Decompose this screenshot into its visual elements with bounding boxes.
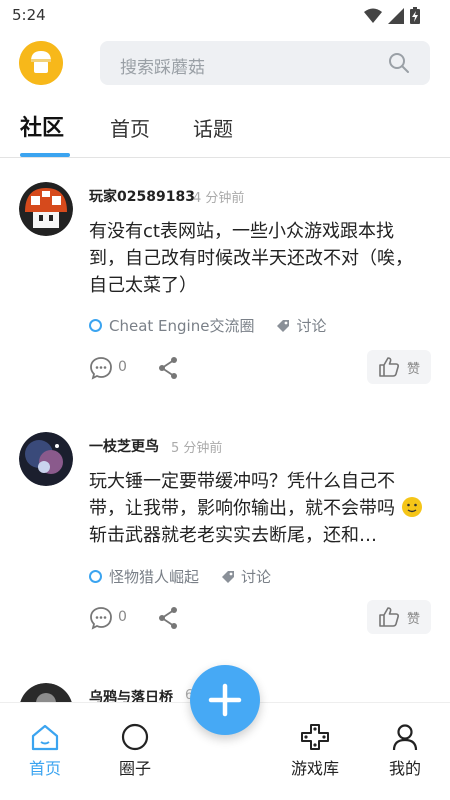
top-tabs: 社区 首页 话题 (0, 110, 450, 158)
comment-icon[interactable] (89, 606, 113, 630)
mushroom-avatar-icon (19, 41, 63, 85)
emoji-icon (401, 497, 422, 517)
comment-count: 0 (118, 609, 127, 625)
status-time: 5:24 (12, 6, 46, 24)
circle-icon (121, 723, 149, 751)
thumbs-up-icon (379, 357, 399, 377)
share-icon[interactable] (157, 356, 179, 380)
battery-icon (410, 7, 420, 24)
nav-game-library[interactable]: 游戏库 (275, 723, 355, 779)
search-placeholder: 搜索踩蘑菇 (120, 58, 205, 78)
post-username[interactable]: 一枝芝更鸟 (89, 436, 159, 456)
post-circle-link[interactable]: Cheat Engine交流圈 (109, 315, 254, 336)
tabs-divider (0, 157, 450, 158)
mushroom-pixel-avatar-icon (19, 182, 73, 236)
comment-icon[interactable] (89, 356, 113, 380)
status-icons (364, 7, 420, 24)
post-username[interactable]: 玩家02589183 (89, 186, 195, 206)
nav-home[interactable]: 首页 (5, 723, 85, 779)
user-avatar[interactable] (19, 41, 63, 85)
tab-community[interactable]: 社区 (20, 110, 64, 142)
tag-icon (222, 570, 235, 583)
post-circle-link[interactable]: 怪物猎人崛起 (109, 566, 199, 587)
nav-profile[interactable]: 我的 (365, 723, 445, 779)
gamepad-icon (301, 724, 329, 750)
post-content[interactable]: 玩大锤一定要带缓冲吗？凭什么自己不带，让我带，影响你输出，就不会带吗 斩击武器就… (89, 468, 429, 549)
nav-home-label: 首页 (28, 759, 61, 778)
like-label: 赞 (407, 362, 421, 377)
search-bar[interactable]: 搜索踩蘑菇 (100, 41, 430, 85)
like-button[interactable]: 赞 (367, 600, 431, 634)
share-icon[interactable] (157, 606, 179, 630)
home-icon (31, 724, 59, 751)
create-post-button[interactable] (190, 665, 260, 735)
nav-profile-label: 我的 (388, 759, 421, 778)
post-card[interactable]: 一枝芝更鸟 5 分钟前 玩大锤一定要带缓冲吗？凭什么自己不带，让我带，影响你输出… (0, 432, 450, 642)
post-tags: Cheat Engine交流圈 讨论 (89, 315, 326, 336)
comment-count: 0 (118, 359, 127, 375)
search-icon[interactable] (388, 52, 410, 74)
post-tags: 怪物猎人崛起 讨论 (89, 566, 271, 587)
person-icon (392, 724, 418, 751)
tab-home[interactable]: 首页 (110, 113, 150, 142)
tag-icon (277, 319, 290, 332)
wifi-icon (364, 8, 382, 23)
like-button[interactable]: 赞 (367, 350, 431, 384)
like-label: 赞 (407, 612, 421, 627)
post-content[interactable]: 有没有ct表网站，一些小众游戏跟本找到，自己改有时候改半天还改不对（唉，自己太菜… (89, 218, 429, 299)
nav-game-library-label: 游戏库 (290, 759, 339, 778)
status-bar: 5:24 (0, 0, 450, 32)
post-tag-label[interactable]: 讨论 (241, 566, 271, 587)
post-content-tail: 斩击武器就老老实实去断尾，还和… (89, 525, 377, 546)
tab-topics[interactable]: 话题 (193, 113, 233, 142)
nav-circles-label: 圈子 (118, 759, 151, 778)
post-time: 4 分钟前 (193, 191, 245, 206)
post-tag-label[interactable]: 讨论 (296, 315, 326, 336)
circle-ring-icon (89, 570, 102, 583)
signal-icon (388, 7, 404, 24)
galaxy-avatar-icon (19, 432, 73, 486)
post-actions: 0 赞 (89, 350, 431, 386)
nav-circles[interactable]: 圈子 (95, 723, 175, 779)
post-content-text: 玩大锤一定要带缓冲吗？凭什么自己不带，让我带，影响你输出，就不会带吗 (89, 471, 395, 519)
post-avatar[interactable] (19, 182, 73, 236)
post-actions: 0 赞 (89, 600, 431, 636)
post-avatar[interactable] (19, 432, 73, 486)
plus-icon (208, 683, 242, 717)
thumbs-up-icon (379, 607, 399, 627)
post-time: 5 分钟前 (171, 441, 223, 456)
post-card[interactable]: 玩家02589183 4 分钟前 有没有ct表网站，一些小众游戏跟本找到，自己改… (0, 182, 450, 392)
circle-ring-icon (89, 319, 102, 332)
